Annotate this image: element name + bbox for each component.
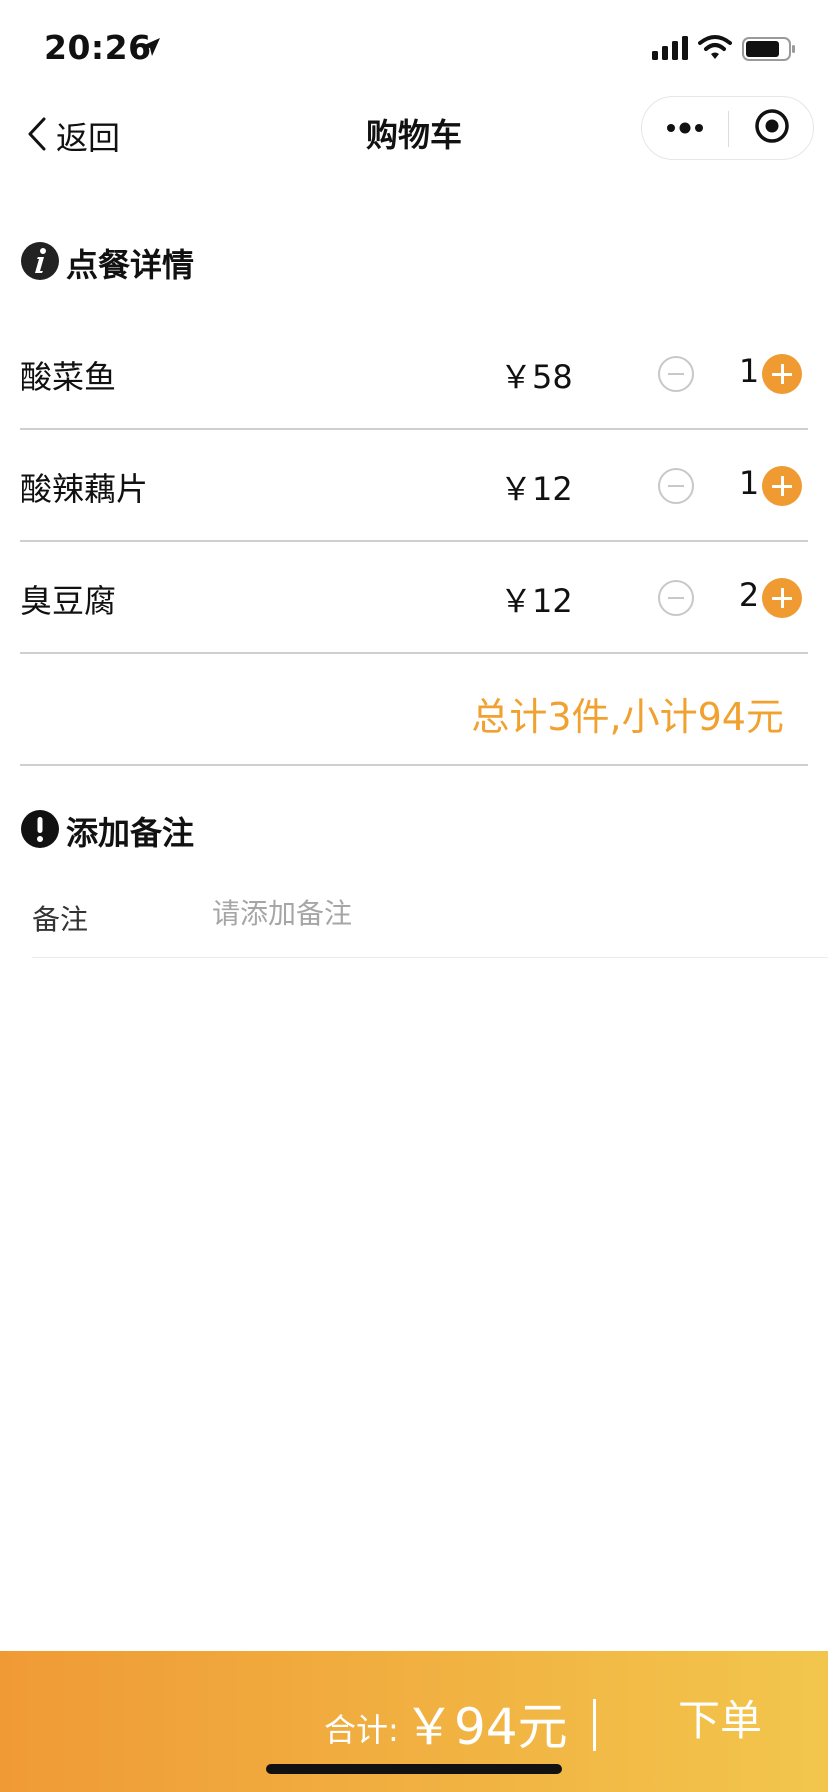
bar-divider <box>593 1699 596 1751</box>
location-arrow-icon <box>140 36 162 62</box>
exclamation-icon <box>20 809 60 853</box>
order-item-row: 酸辣藕片 ￥12 1 <box>20 430 808 542</box>
close-mini-program-button[interactable] <box>729 97 815 159</box>
wifi-icon <box>698 34 732 64</box>
status-time: 20:26 <box>44 28 152 67</box>
home-indicator <box>266 1764 562 1774</box>
remark-row: 备注 <box>32 868 828 958</box>
add-remark-header: 添加备注 <box>20 808 194 854</box>
cellular-signal-icon <box>652 36 690 64</box>
mini-program-capsule <box>641 96 814 160</box>
item-name: 酸辣藕片 <box>20 470 149 508</box>
order-item-row: 臭豆腐 ￥12 2 <box>20 542 808 654</box>
remark-label: 备注 <box>32 903 89 936</box>
increase-quantity-button[interactable] <box>762 354 802 394</box>
battery-icon <box>742 37 796 65</box>
place-order-button[interactable]: 下单 <box>640 1689 800 1753</box>
subtotal-row: 总计3件,小计94元 <box>20 654 808 766</box>
subtotal-text: 总计3件,小计94元 <box>471 695 784 739</box>
increase-quantity-button[interactable] <box>762 578 802 618</box>
decrease-quantity-button[interactable] <box>658 580 694 616</box>
total-label: 合计: <box>324 1711 399 1749</box>
total-value: ￥94元 <box>404 1698 568 1756</box>
info-icon <box>20 241 60 285</box>
item-name: 臭豆腐 <box>20 582 117 620</box>
item-price: ￥12 <box>500 582 573 620</box>
order-item-row: 酸菜鱼 ￥58 1 <box>20 318 808 430</box>
item-name: 酸菜鱼 <box>20 358 117 396</box>
status-bar: 20:26 <box>0 0 828 100</box>
decrease-quantity-button[interactable] <box>658 468 694 504</box>
remark-input[interactable] <box>212 890 792 936</box>
increase-quantity-button[interactable] <box>762 466 802 506</box>
order-details-header: 点餐详情 <box>20 240 194 286</box>
item-price: ￥12 <box>500 470 573 508</box>
nav-bar: 返回 购物车 <box>0 96 828 180</box>
decrease-quantity-button[interactable] <box>658 356 694 392</box>
target-circle-icon <box>754 108 790 148</box>
more-dots-icon <box>665 119 705 138</box>
section-title: 添加备注 <box>66 814 195 852</box>
more-button[interactable] <box>642 97 728 159</box>
item-price: ￥58 <box>500 358 573 396</box>
section-title: 点餐详情 <box>66 246 195 284</box>
